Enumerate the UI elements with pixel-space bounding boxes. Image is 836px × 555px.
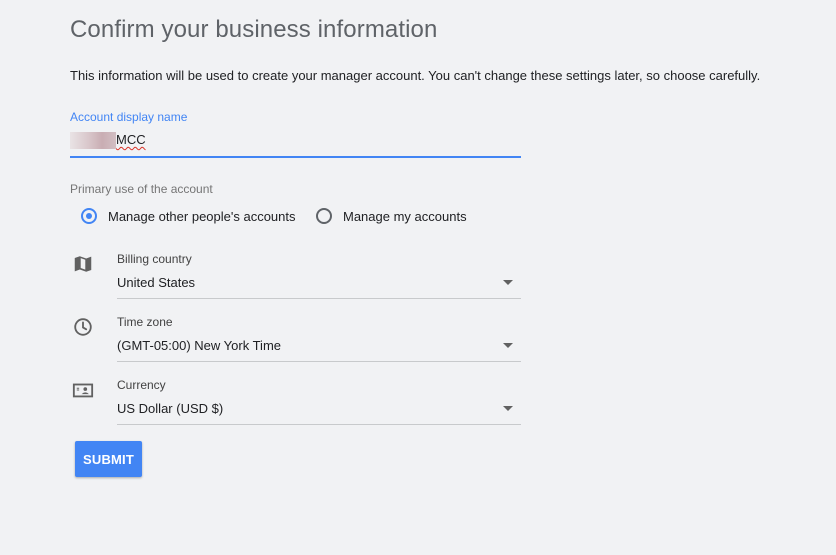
- radio-manage-others[interactable]: Manage other people's accounts: [81, 205, 296, 227]
- billing-country-label: Billing country: [117, 252, 192, 266]
- time-zone-select[interactable]: Time zone (GMT-05:00) New York Time: [117, 315, 521, 362]
- dropdown-arrow-icon[interactable]: [503, 280, 513, 285]
- currency-value: US Dollar (USD $): [117, 401, 224, 416]
- account-name-input[interactable]: MCC: [70, 128, 521, 158]
- primary-use-label: Primary use of the account: [70, 182, 213, 196]
- account-name-value: MCC: [116, 132, 146, 147]
- map-icon: [74, 256, 92, 272]
- billing-country-select[interactable]: Billing country United States: [117, 252, 521, 299]
- currency-icon: [72, 383, 94, 398]
- billing-country-value: United States: [117, 275, 196, 290]
- radio-manage-others-label: Manage other people's accounts: [108, 208, 296, 224]
- dropdown-arrow-icon[interactable]: [503, 406, 513, 411]
- submit-button[interactable]: SUBMIT: [75, 441, 142, 477]
- currency-label: Currency: [117, 378, 166, 392]
- radio-checked-icon[interactable]: [81, 208, 97, 224]
- page-title: Confirm your business information: [70, 16, 438, 43]
- radio-unchecked-icon[interactable]: [316, 208, 332, 224]
- clock-icon: [74, 318, 92, 336]
- radio-manage-mine-label: Manage my accounts: [343, 208, 467, 224]
- redacted-name-blur: [70, 132, 116, 149]
- radio-manage-mine[interactable]: Manage my accounts: [316, 205, 467, 227]
- time-zone-label: Time zone: [117, 315, 173, 329]
- currency-select[interactable]: Currency US Dollar (USD $): [117, 378, 521, 425]
- intro-text: This information will be used to create …: [70, 68, 761, 83]
- account-name-label: Account display name: [70, 110, 188, 124]
- time-zone-value: (GMT-05:00) New York Time: [117, 338, 281, 353]
- dropdown-arrow-icon[interactable]: [503, 343, 513, 348]
